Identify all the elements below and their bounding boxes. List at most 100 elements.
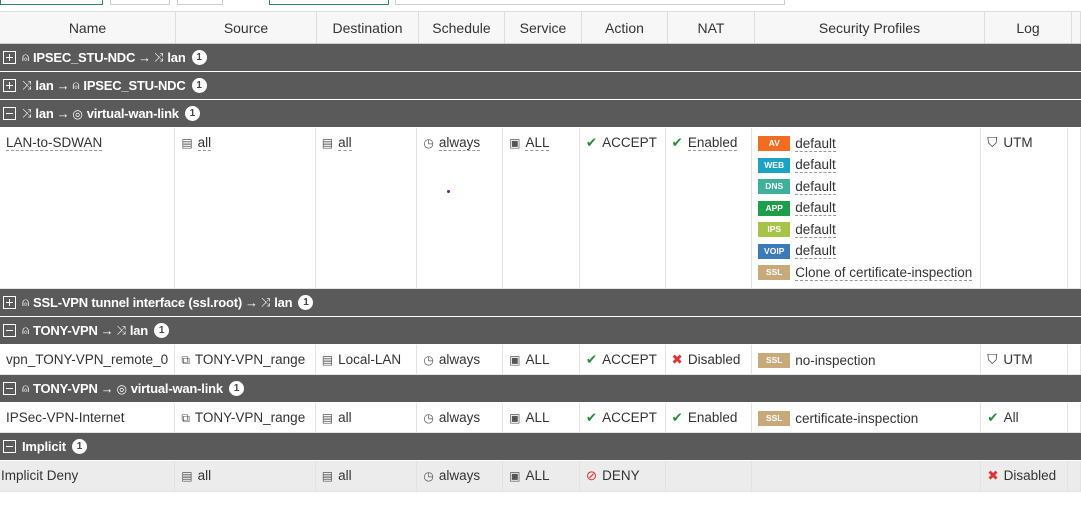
policy-group-header[interactable]: ⤨ lan → ⍝ IPSEC_STU-NDC 1 [0, 72, 1081, 100]
action-cell: ✔ ACCEPT [580, 128, 666, 288]
service-cell[interactable]: ▣ ALL [503, 403, 580, 432]
count-badge: 1 [71, 439, 87, 454]
destination-text: Local-LAN [338, 352, 402, 367]
policy-name[interactable]: IPSec-VPN-Internet [0, 403, 176, 432]
service-cell[interactable]: ▣ ALL [503, 128, 580, 288]
group-destination-interface: lan [274, 295, 293, 310]
service-cell[interactable]: ▣ ALL [503, 345, 580, 374]
profile-ips[interactable]: IPS default [758, 219, 974, 241]
schedule-cell[interactable]: ◷ always [417, 403, 504, 432]
action-cell: ✔ ACCEPT [580, 345, 666, 374]
count-badge: 1 [191, 78, 207, 93]
tunnel-icon: ⍝ [22, 323, 30, 337]
profile-dns[interactable]: DNS default [758, 176, 974, 198]
column-header-service[interactable]: Service [505, 12, 582, 43]
policy-group-header[interactable]: Implicit 1 [0, 433, 1081, 461]
source-cell[interactable]: ⧉ TONY-VPN_range [175, 403, 316, 432]
policy-group-header[interactable]: ⍝ TONY-VPN → ⤨ lan 1 [0, 317, 1081, 345]
policy-group-header[interactable]: ⍝ IPSEC_STU-NDC → ⤨ lan 1 [0, 44, 1081, 72]
source-text: TONY-VPN_range [194, 352, 306, 367]
arrow-icon: → [56, 78, 70, 93]
log-text: UTM [1003, 135, 1033, 150]
policy-name[interactable]: LAN-to-SDWAN [0, 128, 176, 288]
toolbar-button[interactable] [110, 0, 170, 5]
collapse-icon[interactable] [3, 324, 16, 337]
column-header-security-profiles[interactable]: Security Profiles [755, 12, 985, 43]
profile-ssl[interactable]: SSL no-inspection [758, 350, 974, 372]
profile-tag: IPS [758, 222, 791, 238]
destination-cell[interactable]: ▤ all [316, 128, 418, 288]
service-icon: ▣ [509, 136, 521, 150]
profile-web[interactable]: WEB default [758, 155, 974, 177]
profile-tag: APP [758, 200, 791, 216]
column-header-destination[interactable]: Destination [317, 12, 419, 43]
profile-name: default [795, 135, 836, 152]
table-row[interactable]: LAN-to-SDWAN ▤ all ▤ all ◷ always ▣ ALL ✔ ACC… [0, 128, 1081, 289]
group-source-interface: lan [35, 78, 54, 93]
profile-tag: SSL [758, 353, 791, 369]
column-header-spacer [1072, 12, 1081, 43]
schedule-cell[interactable]: ◷ always [417, 345, 504, 374]
table-row[interactable]: IPSec-VPN-Internet ⧉ TONY-VPN_range ▤ all … [0, 403, 1081, 433]
policy-group-header[interactable]: ⤨ lan → ◎ virtual-wan-link 1 [0, 100, 1081, 128]
row-spacer [1068, 403, 1081, 432]
shuffle-icon: ⤨ [22, 106, 32, 120]
check-icon: ✔ [585, 352, 598, 367]
profile-av[interactable]: AV default [758, 133, 974, 155]
schedule-cell[interactable]: ◷ always [417, 461, 504, 491]
collapse-icon[interactable] [3, 382, 16, 395]
profile-name: default [795, 157, 836, 174]
source-cell[interactable]: ▤ all [175, 461, 316, 491]
arrow-icon: → [100, 381, 114, 396]
count-badge: 1 [228, 381, 244, 396]
action-text: ACCEPT [602, 135, 657, 150]
source-text: all [197, 135, 212, 151]
column-header-name[interactable]: Name [0, 12, 176, 43]
column-header-log[interactable]: Log [985, 12, 1072, 43]
source-text: TONY-VPN_range [194, 410, 306, 425]
expand-icon[interactable] [3, 51, 16, 64]
collapse-icon[interactable] [3, 440, 16, 453]
log-cell: ⛉ UTM [981, 128, 1068, 288]
policy-group-header[interactable]: ⍝ TONY-VPN → ◎ virtual-wan-link 1 [0, 375, 1081, 403]
toolbar-button[interactable] [269, 0, 389, 5]
schedule-text: always [438, 135, 481, 151]
expand-icon[interactable] [3, 79, 16, 92]
table-row[interactable]: Implicit Deny ▤ all ▤ all ◷ always ▣ ALL ⊘ DE… [0, 461, 1081, 492]
row-spacer [1068, 345, 1081, 374]
nat-cell [666, 461, 753, 491]
collapse-icon[interactable] [3, 107, 16, 120]
policy-group-header[interactable]: ⍝ SSL-VPN tunnel interface (ssl.root) → … [0, 289, 1081, 317]
schedule-icon: ◷ [423, 136, 434, 150]
destination-cell[interactable]: ▤ all [316, 403, 418, 432]
deny-icon: ⊘ [585, 468, 598, 483]
policy-name[interactable]: vpn_TONY-VPN_remote_0 [0, 345, 176, 374]
table-row[interactable]: vpn_TONY-VPN_remote_0 ⧉ TONY-VPN_range ▤ L… [0, 345, 1081, 375]
profile-voip[interactable]: VOIP default [758, 241, 974, 263]
profile-app[interactable]: APP default [758, 198, 974, 220]
profile-ssl[interactable]: SSL Clone of certificate-inspection [758, 262, 974, 284]
policy-table: Name Source Destination Schedule Service… [0, 11, 1081, 492]
policy-name-text: Implicit Deny [1, 468, 79, 483]
column-header-action[interactable]: Action [582, 12, 668, 43]
policy-name[interactable]: Implicit Deny [0, 461, 176, 491]
source-cell[interactable]: ▤ all [175, 128, 316, 288]
schedule-cell[interactable]: ◷ always [417, 128, 504, 288]
column-header-schedule[interactable]: Schedule [419, 12, 505, 43]
profile-ssl[interactable]: SSL certificate-inspection [758, 408, 974, 430]
search-field[interactable] [395, 0, 785, 5]
source-cell[interactable]: ⧉ TONY-VPN_range [175, 345, 316, 374]
destination-cell[interactable]: ▤ Local-LAN [316, 345, 418, 374]
check-icon: ✔ [585, 410, 598, 425]
profile-tag: AV [758, 136, 791, 152]
column-header-source[interactable]: Source [176, 12, 317, 43]
column-header-nat[interactable]: NAT [668, 12, 755, 43]
service-text: ALL [525, 352, 550, 367]
service-cell[interactable]: ▣ ALL [503, 461, 580, 491]
toolbar-button[interactable] [0, 0, 103, 5]
shield-icon: ⛉ [987, 135, 998, 150]
group-source-interface: SSL-VPN tunnel interface (ssl.root) [33, 295, 242, 310]
toolbar-button[interactable] [177, 0, 223, 5]
destination-cell[interactable]: ▤ all [316, 461, 418, 491]
expand-icon[interactable] [3, 296, 16, 309]
